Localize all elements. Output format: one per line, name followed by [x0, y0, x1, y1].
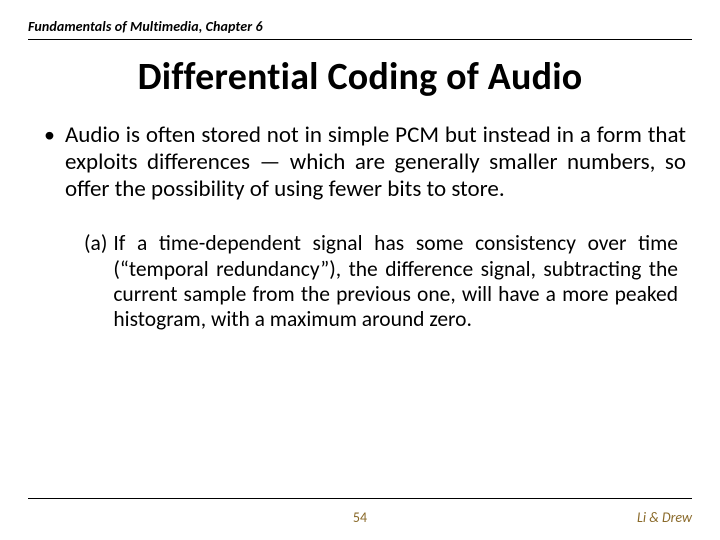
sub-item: (a) If a time-dependent signal has some … — [38, 231, 686, 332]
body-content: • Audio is often stored not in simple PC… — [28, 122, 692, 333]
bullet-text: Audio is often stored not in simple PCM … — [65, 122, 686, 203]
chapter-header: Fundamentals of Multimedia, Chapter 6 — [28, 18, 692, 35]
sub-text: If a time-dependent signal has some cons… — [113, 231, 678, 332]
slide: Fundamentals of Multimedia, Chapter 6 Di… — [0, 0, 720, 540]
bullet-item: • Audio is often stored not in simple PC… — [38, 122, 686, 203]
authors: Li & Drew — [637, 509, 692, 526]
slide-title: Differential Coding of Audio — [28, 54, 692, 100]
bullet-marker: • — [38, 122, 65, 203]
divider-top — [28, 39, 692, 40]
sub-label: (a) — [84, 231, 113, 332]
footer: 54 Li & Drew — [28, 498, 692, 526]
divider-bottom — [28, 498, 692, 499]
footer-row: 54 Li & Drew — [28, 509, 692, 526]
page-number: 54 — [353, 509, 367, 526]
